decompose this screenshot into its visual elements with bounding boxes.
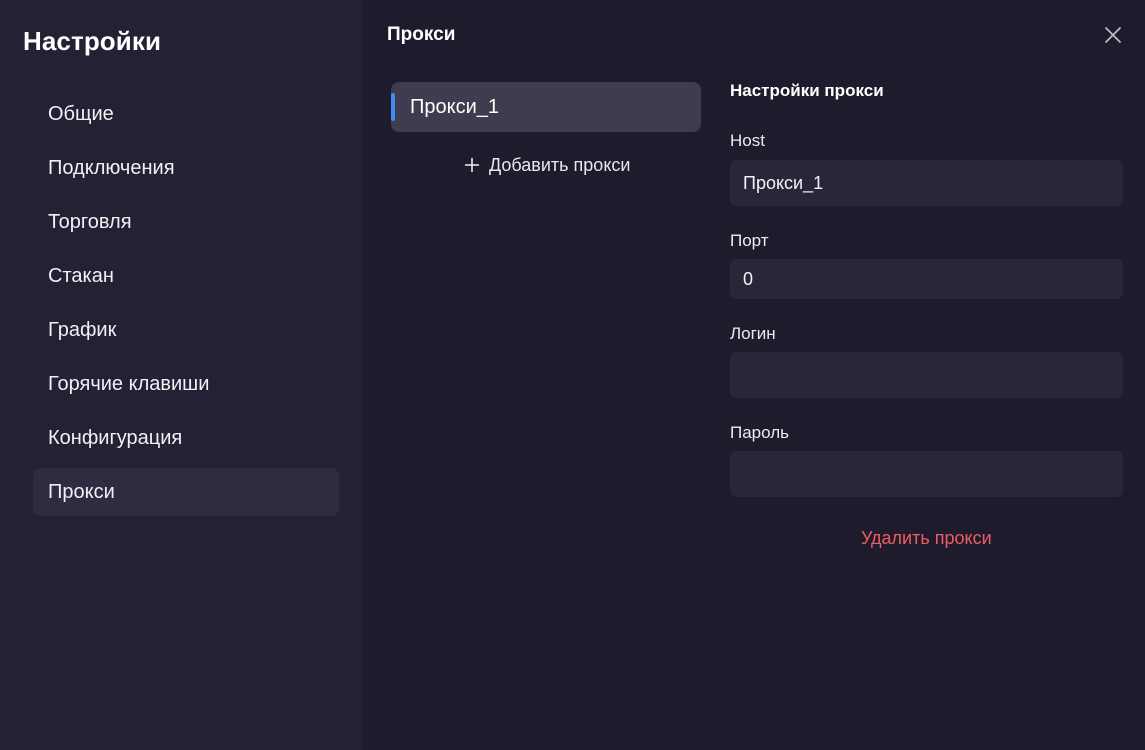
proxy-item-label: Прокси_1	[410, 95, 500, 118]
sidebar-item-general[interactable]: Общие	[33, 90, 339, 138]
form-title: Настройки прокси	[730, 81, 884, 100]
close-button[interactable]	[1102, 26, 1124, 48]
sidebar-item-chart[interactable]: График	[33, 306, 339, 354]
password-label: Пароль	[730, 423, 789, 442]
close-icon	[1104, 26, 1122, 49]
host-label: Host	[730, 131, 765, 150]
port-input[interactable]	[730, 259, 1123, 299]
proxy-list-item[interactable]: Прокси_1	[391, 82, 701, 132]
proxy-settings-panel: Прокси Прокси_1 Добавить прокси Настройк…	[362, 0, 1145, 750]
add-proxy-button[interactable]: Добавить прокси	[464, 152, 630, 178]
sidebar-item-hotkeys[interactable]: Горячие клавиши	[33, 360, 339, 408]
password-input[interactable]	[730, 451, 1123, 497]
sidebar-item-proxy[interactable]: Прокси	[33, 468, 339, 516]
selected-marker	[391, 93, 395, 121]
port-label: Порт	[730, 231, 769, 250]
sidebar-item-connections[interactable]: Подключения	[33, 144, 339, 192]
sidebar-item-order-book[interactable]: Стакан	[33, 252, 339, 300]
sidebar-item-trading[interactable]: Торговля	[33, 198, 339, 246]
sidebar-title: Настройки	[23, 26, 162, 56]
login-label: Логин	[730, 324, 776, 343]
delete-proxy-button[interactable]: Удалить прокси	[861, 528, 992, 549]
page-title: Прокси	[387, 24, 456, 45]
sidebar-item-configuration[interactable]: Конфигурация	[33, 414, 339, 462]
settings-nav: Общие Подключения Торговля Стакан График…	[33, 90, 339, 522]
host-input[interactable]	[730, 160, 1123, 206]
login-input[interactable]	[730, 352, 1123, 398]
proxy-settings-form: Настройки прокси Host Порт Логин Пароль …	[730, 80, 1123, 548]
sidebar: Настройки Общие Подключения Торговля Ста…	[0, 0, 362, 750]
proxy-list: Прокси_1 Добавить прокси	[391, 82, 701, 175]
add-proxy-label: Добавить прокси	[489, 154, 631, 175]
plus-icon	[464, 157, 480, 173]
